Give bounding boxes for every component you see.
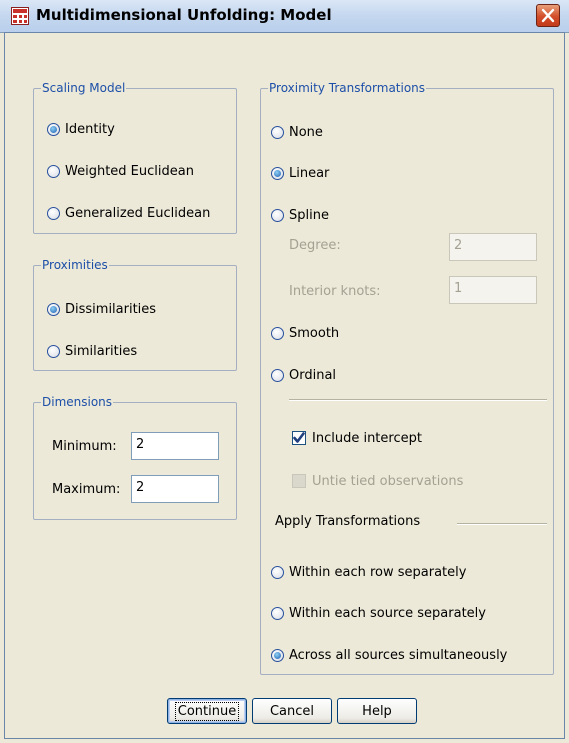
minimum-input[interactable]: 2	[131, 432, 219, 460]
apply-transformations-heading: Apply Transformations	[275, 514, 421, 529]
radio-similarities[interactable]: Similarities	[47, 342, 137, 360]
apply-transformations-rule	[457, 523, 547, 525]
degree-input[interactable]: 2	[449, 233, 537, 261]
radio-within-each-source[interactable]: Within each source separately	[271, 604, 486, 622]
proximities-group: Proximities Dissimilarities Similarities	[33, 258, 237, 371]
radio-weighted-euclidean[interactable]: Weighted Euclidean	[47, 162, 194, 180]
untie-tied-observations-label: Untie tied observations	[312, 473, 464, 489]
radio-unselected-icon	[47, 344, 60, 358]
checkmark-icon	[293, 432, 305, 443]
radio-ordinal-label: Ordinal	[289, 367, 337, 383]
radio-across-all-sources[interactable]: Across all sources simultaneously	[271, 646, 507, 664]
cancel-button[interactable]: Cancel	[252, 698, 332, 724]
title-bar[interactable]: Multidimensional Unfolding: Model	[0, 0, 569, 33]
radio-spline-label: Spline	[289, 207, 329, 223]
help-button[interactable]: Help	[337, 698, 417, 724]
radio-linear-label: Linear	[289, 165, 330, 181]
radio-unselected-icon	[271, 565, 284, 579]
interior-knots-label: Interior knots:	[289, 284, 381, 299]
radio-unselected-icon	[47, 206, 60, 220]
scaling-model-legend: Scaling Model	[41, 81, 127, 96]
radio-smooth[interactable]: Smooth	[271, 324, 339, 342]
continue-button-label: Continue	[174, 701, 240, 721]
separator	[289, 399, 547, 401]
dimensions-group: Dimensions Minimum: 2 Maximum: 2	[33, 395, 237, 520]
radio-weighted-euclidean-label: Weighted Euclidean	[65, 163, 194, 179]
radio-selected-icon	[271, 166, 284, 180]
maximum-label: Maximum:	[52, 482, 121, 497]
proximities-legend: Proximities	[41, 258, 109, 273]
spss-grid-icon	[11, 7, 29, 25]
dialog-window: Multidimensional Unfolding: Model Scalin…	[0, 0, 569, 743]
radio-within-each-row-label: Within each row separately	[289, 564, 467, 580]
radio-identity-label: Identity	[65, 121, 115, 137]
radio-unselected-icon	[271, 125, 284, 139]
radio-unselected-icon	[271, 606, 284, 620]
radio-unselected-icon	[47, 164, 60, 178]
radio-selected-icon	[47, 122, 60, 136]
maximum-input[interactable]: 2	[131, 475, 219, 503]
checkbox-disabled-icon	[292, 474, 306, 488]
close-x-icon	[541, 8, 555, 23]
radio-selected-icon	[47, 302, 60, 316]
radio-similarities-label: Similarities	[65, 343, 138, 359]
radio-selected-icon	[271, 648, 284, 662]
continue-button[interactable]: Continue	[167, 698, 247, 724]
degree-label: Degree:	[289, 238, 341, 253]
dimensions-legend: Dimensions	[41, 395, 114, 410]
radio-dissimilarities[interactable]: Dissimilarities	[47, 300, 156, 318]
proximity-transformations-group: Proximity Transformations None Linear Sp…	[260, 81, 554, 675]
include-intercept-checkbox[interactable]: Include intercept	[292, 429, 422, 447]
radio-ordinal[interactable]: Ordinal	[271, 366, 336, 384]
radio-generalized-euclidean-label: Generalized Euclidean	[65, 205, 211, 221]
radio-unselected-icon	[271, 208, 284, 222]
close-button[interactable]	[536, 4, 560, 27]
interior-knots-input[interactable]: 1	[449, 276, 537, 304]
radio-none[interactable]: None	[271, 123, 323, 141]
proximity-transformations-legend: Proximity Transformations	[268, 81, 427, 96]
radio-linear[interactable]: Linear	[271, 164, 329, 182]
window-title: Multidimensional Unfolding: Model	[36, 6, 332, 24]
include-intercept-label: Include intercept	[312, 430, 422, 446]
radio-smooth-label: Smooth	[289, 325, 340, 341]
radio-identity[interactable]: Identity	[47, 120, 115, 138]
radio-unselected-icon	[271, 368, 284, 382]
scaling-model-group: Scaling Model Identity Weighted Euclidea…	[33, 81, 237, 234]
radio-across-all-sources-label: Across all sources simultaneously	[289, 647, 508, 663]
untie-tied-observations-checkbox[interactable]: Untie tied observations	[292, 472, 463, 490]
help-button-label: Help	[362, 703, 392, 719]
radio-spline[interactable]: Spline	[271, 206, 329, 224]
radio-within-each-row[interactable]: Within each row separately	[271, 563, 466, 581]
radio-dissimilarities-label: Dissimilarities	[65, 301, 157, 317]
cancel-button-label: Cancel	[269, 703, 315, 719]
minimum-label: Minimum:	[52, 439, 117, 454]
radio-generalized-euclidean[interactable]: Generalized Euclidean	[47, 204, 210, 222]
radio-none-label: None	[289, 124, 323, 140]
radio-within-each-source-label: Within each source separately	[289, 605, 486, 621]
radio-unselected-icon	[271, 326, 284, 340]
checkbox-checked-icon	[292, 431, 306, 445]
